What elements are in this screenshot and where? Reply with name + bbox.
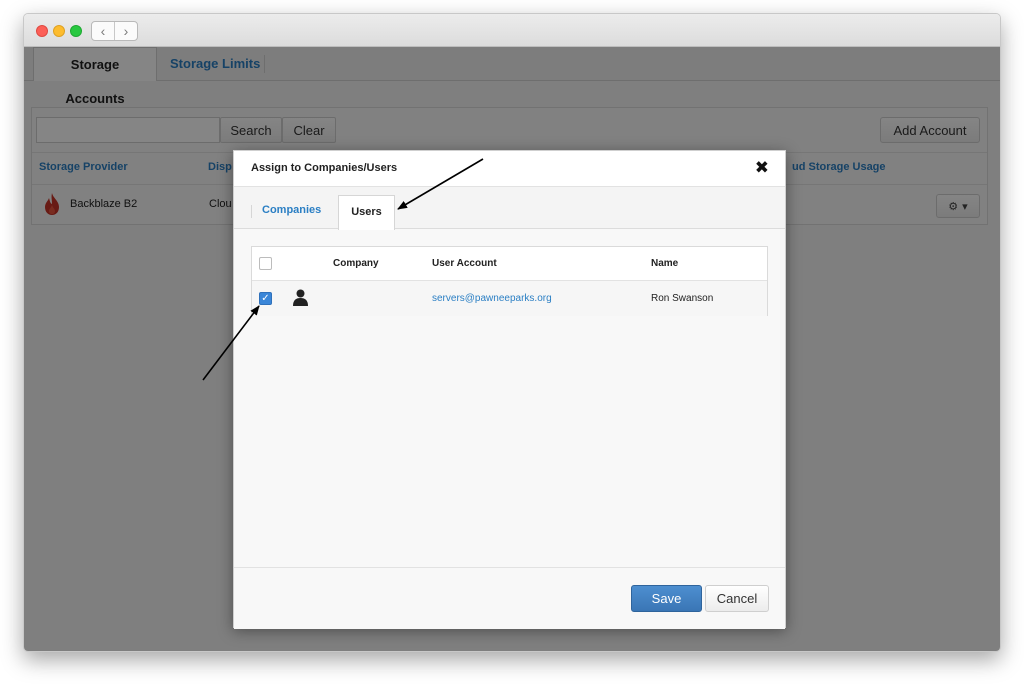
app-window: ‹ › Storage Accounts Storage Limits Sear…	[23, 13, 1001, 652]
select-all-checkbox[interactable]	[259, 257, 272, 270]
tab-companies[interactable]: Companies	[262, 204, 321, 216]
forward-icon[interactable]: ›	[114, 22, 137, 40]
minimize-window-button[interactable]	[53, 25, 65, 37]
user-name: Ron Swanson	[651, 293, 714, 304]
row-checkbox[interactable]: ✓	[259, 292, 272, 305]
close-icon[interactable]: ✖	[755, 158, 769, 178]
zoom-window-button[interactable]	[70, 25, 82, 37]
back-icon[interactable]: ‹	[92, 22, 114, 40]
column-header-name: Name	[651, 258, 679, 269]
users-table: Company User Account Name ✓ servers@pawn…	[251, 246, 768, 316]
save-button[interactable]: Save	[631, 585, 702, 612]
close-window-button[interactable]	[36, 25, 48, 37]
title-bar: ‹ ›	[24, 14, 1000, 47]
history-nav: ‹ ›	[91, 21, 138, 41]
dialog-footer: Save Cancel	[234, 567, 785, 629]
tab-divider	[251, 205, 252, 218]
dialog-header: Assign to Companies/Users ✖	[234, 151, 785, 187]
tab-users[interactable]: Users	[338, 195, 395, 230]
dialog-tab-bar: Companies Users	[234, 187, 785, 230]
cancel-button[interactable]: Cancel	[705, 585, 769, 612]
column-header-user-account: User Account	[432, 258, 497, 269]
assign-dialog: Assign to Companies/Users ✖ Companies Us…	[233, 150, 786, 629]
column-header-company: Company	[333, 258, 379, 269]
dialog-title: Assign to Companies/Users	[251, 162, 398, 174]
user-icon	[293, 289, 308, 306]
user-account-link[interactable]: servers@pawneeparks.org	[432, 293, 552, 304]
table-row[interactable]: ✓ servers@pawneeparks.org Ron Swanson	[252, 281, 767, 316]
